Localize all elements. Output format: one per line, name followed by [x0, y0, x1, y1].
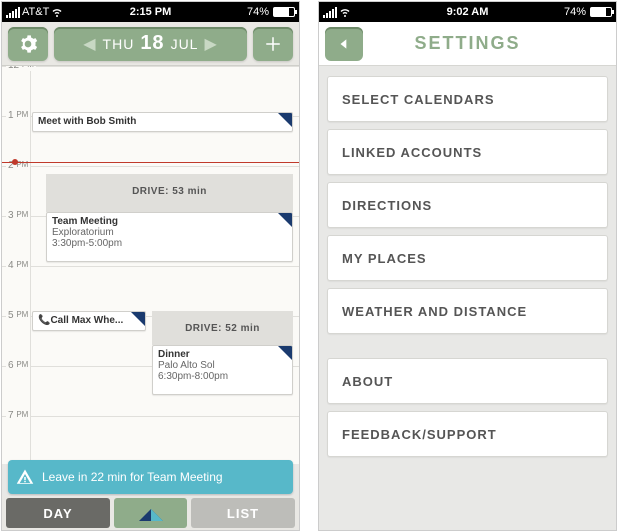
event-location: Palo Alto Sol [158, 360, 287, 371]
settings-item-feedback[interactable]: FEEDBACK/SUPPORT [327, 411, 608, 457]
event-dinner[interactable]: Dinner Palo Alto Sol 6:30pm-8:00pm [152, 345, 293, 395]
battery-percent: 74% [564, 6, 586, 18]
status-time: 9:02 AM [447, 6, 489, 18]
hour-label: 12 [8, 66, 19, 71]
event-title: Team Meeting [52, 216, 287, 227]
weekday-label: THU [103, 36, 135, 52]
banner-text: Leave in 22 min for Team Meeting [42, 470, 223, 484]
phone-icon: 📞 [38, 315, 50, 326]
carrier-label: AT&T [22, 6, 49, 18]
agenda-view[interactable]: 12 PM 1 PM 2 PM 3 PM 4 PM 5 PM 6 PM 7 PM… [2, 66, 299, 464]
event-title: Call Max Whe... [50, 315, 123, 326]
add-event-button[interactable] [253, 27, 293, 61]
status-time: 2:15 PM [130, 6, 172, 18]
day-number: 18 [140, 32, 164, 55]
gear-icon [18, 34, 38, 54]
view-tabs: DAY LIST [2, 496, 299, 530]
hour-label: 5 [8, 310, 14, 321]
alert-icon [16, 468, 34, 486]
date-selector[interactable]: ◀ THU 18 JUL ▶ [54, 27, 247, 61]
wifi-icon [51, 6, 63, 18]
month-label: JUL [171, 36, 199, 52]
settings-item-about[interactable]: ABOUT [327, 358, 608, 404]
chevron-left-icon: ◀ [83, 34, 96, 54]
back-icon [337, 37, 351, 51]
calendar-screen: AT&T 2:15 PM 74% ◀ THU 18 JUL ▶ 12 PM 1 [1, 1, 300, 531]
status-bar: AT&T 2:15 PM 74% [2, 2, 299, 22]
event-time: 3:30pm-5:00pm [52, 238, 287, 249]
settings-item-directions[interactable]: DIRECTIONS [327, 182, 608, 228]
leave-alert-banner[interactable]: Leave in 22 min for Team Meeting [8, 460, 293, 494]
signal-icon [323, 7, 337, 18]
plus-icon [264, 35, 282, 53]
calendar-header: ◀ THU 18 JUL ▶ [2, 22, 299, 66]
event-title: Meet with Bob Smith [38, 116, 136, 127]
battery-icon [273, 7, 295, 17]
hour-label: 6 [8, 360, 14, 371]
signal-icon [6, 7, 20, 18]
hour-label: 4 [8, 260, 14, 271]
settings-item-places[interactable]: MY PLACES [327, 235, 608, 281]
settings-title: SETTINGS [414, 33, 520, 54]
event-time: 6:30pm-8:00pm [158, 371, 287, 382]
status-bar: 9:02 AM 74% [319, 2, 616, 22]
back-button[interactable] [325, 27, 363, 61]
event-team-meeting[interactable]: Team Meeting Exploratorium 3:30pm-5:00pm [46, 212, 293, 262]
settings-item-weather[interactable]: WEATHER AND DISTANCE [327, 288, 608, 334]
settings-header: SETTINGS [319, 22, 616, 66]
battery-percent: 74% [247, 6, 269, 18]
settings-button[interactable] [8, 27, 48, 61]
event-location: Exploratorium [52, 227, 287, 238]
now-icon [139, 505, 163, 521]
tab-list[interactable]: LIST [191, 498, 295, 528]
drive-time-2: DRIVE: 52 min [152, 311, 293, 345]
drive-time-1: DRIVE: 53 min [46, 174, 293, 212]
wifi-icon [339, 6, 351, 18]
current-time-line [2, 162, 299, 163]
settings-item-accounts[interactable]: LINKED ACCOUNTS [327, 129, 608, 175]
event-call-max[interactable]: 📞Call Max Whe... [32, 311, 146, 331]
event-meet-bob[interactable]: Meet with Bob Smith [32, 112, 293, 132]
settings-screen: 9:02 AM 74% SETTINGS SELECT CALENDARS LI… [318, 1, 617, 531]
tab-day[interactable]: DAY [6, 498, 110, 528]
settings-list: SELECT CALENDARS LINKED ACCOUNTS DIRECTI… [319, 66, 616, 467]
tab-now[interactable] [114, 498, 187, 528]
hour-label: 7 [8, 410, 14, 421]
hour-label: 1 [8, 110, 14, 121]
battery-icon [590, 7, 612, 17]
chevron-right-icon: ▶ [204, 34, 217, 54]
settings-item-calendars[interactable]: SELECT CALENDARS [327, 76, 608, 122]
event-title: Dinner [158, 349, 287, 360]
hour-label: 3 [8, 210, 14, 221]
